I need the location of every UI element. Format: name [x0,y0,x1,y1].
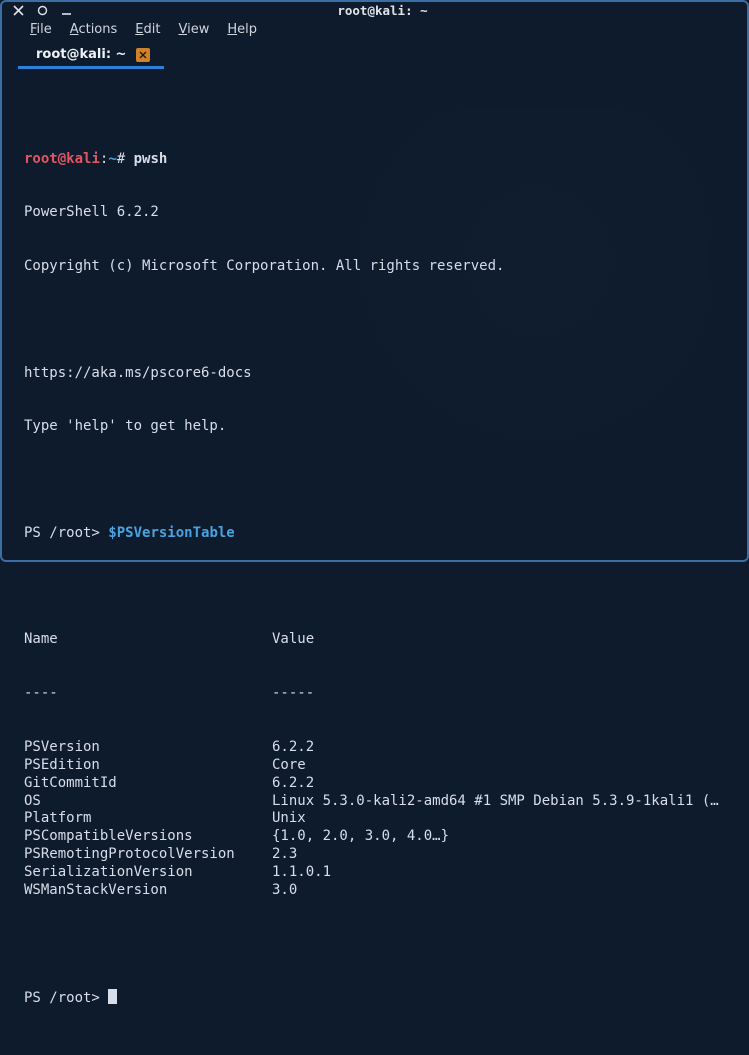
table-row: OSLinux 5.3.0-kali2-amd64 #1 SMP Debian … [24,793,725,811]
tab-close-icon[interactable] [136,48,150,62]
cell-name: SerializationVersion [24,864,272,882]
cell-value: {1.0, 2.0, 3.0, 4.0…} [272,828,725,846]
table-header: NameValue [24,631,725,649]
table-row: PSCompatibleVersions{1.0, 2.0, 3.0, 4.0…… [24,828,725,846]
table-row: GitCommitId6.2.2 [24,775,725,793]
terminal-pane[interactable]: root@kali:~# pwsh PowerShell 6.2.2 Copyr… [2,69,747,1055]
terminal-window: root@kali: ~ File Actions Edit View Help… [0,0,749,562]
prompt-host: kali [66,151,100,167]
cell-name: PSCompatibleVersions [24,828,272,846]
ps-command: $PSVersionTable [108,525,234,541]
titlebar: root@kali: ~ [2,2,747,18]
shell-command: pwsh [134,151,168,167]
cell-value: Linux 5.3.0-kali2-amd64 #1 SMP Debian 5.… [272,793,725,811]
minimize-icon[interactable] [58,2,74,18]
banner-line: Copyright (c) Microsoft Corporation. All… [24,258,725,276]
ps-prompt-line: PS /root> [24,989,725,1008]
cell-name: WSManStackVersion [24,882,272,900]
table-row: PlatformUnix [24,810,725,828]
help-hint: Type 'help' to get help. [24,418,725,436]
cell-value: Core [272,757,725,775]
table-row: SerializationVersion1.1.0.1 [24,864,725,882]
cursor [108,989,117,1004]
table-row: PSRemotingProtocolVersion2.3 [24,846,725,864]
table-divider: --------- [24,685,725,703]
menu-view[interactable]: View [178,22,209,37]
menu-actions[interactable]: Actions [70,22,118,37]
banner-line: PowerShell 6.2.2 [24,204,725,222]
cell-name: PSRemotingProtocolVersion [24,846,272,864]
cell-value: 3.0 [272,882,725,900]
ps-prompt-line: PS /root> $PSVersionTable [24,525,725,543]
maximize-icon[interactable] [34,2,50,18]
cell-name: PSVersion [24,739,272,757]
prompt-line-1: root@kali:~# pwsh [24,151,725,169]
table-row: WSManStackVersion3.0 [24,882,725,900]
cell-value: Unix [272,810,725,828]
docs-link: https://aka.ms/pscore6-docs [24,365,725,383]
cell-name: Platform [24,810,272,828]
window-title: root@kali: ~ [82,3,683,18]
close-icon[interactable] [10,2,26,18]
cell-value: 2.3 [272,846,725,864]
cell-name: OS [24,793,272,811]
prompt-path: ~ [108,151,116,167]
table-row: PSEditionCore [24,757,725,775]
prompt-user: root [24,151,58,167]
tabbar: root@kali: ~ [2,43,747,69]
menu-file[interactable]: File [30,22,52,37]
menubar: File Actions Edit View Help [2,18,747,43]
cell-value: 6.2.2 [272,739,725,757]
cell-value: 6.2.2 [272,775,725,793]
menu-edit[interactable]: Edit [135,22,160,37]
tab-terminal[interactable]: root@kali: ~ [18,43,164,69]
cell-name: GitCommitId [24,775,272,793]
cell-value: 1.1.0.1 [272,864,725,882]
menu-help[interactable]: Help [227,22,257,37]
tab-label: root@kali: ~ [36,47,126,62]
cell-name: PSEdition [24,757,272,775]
table-row: PSVersion6.2.2 [24,739,725,757]
